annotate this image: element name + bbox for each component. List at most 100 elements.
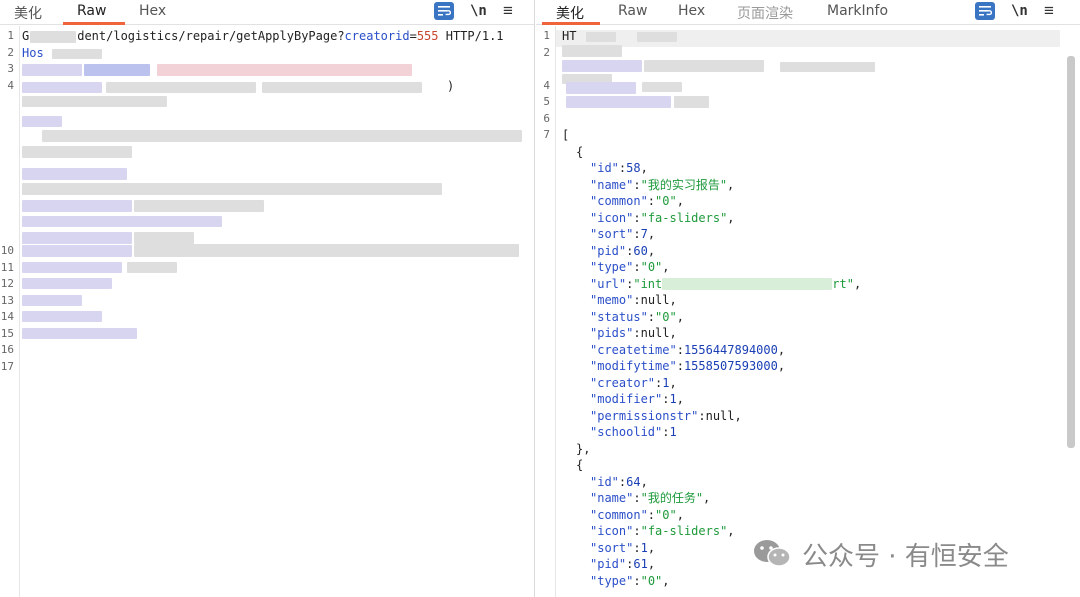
redacted-block <box>22 245 132 257</box>
json-value: 1 <box>640 540 648 555</box>
json-key: "creator" <box>590 375 656 390</box>
json-line: "permissionstr":null, <box>590 408 742 423</box>
json-value-tail: rt" <box>832 276 854 291</box>
json-key: "type" <box>590 260 634 274</box>
json-key: "id" <box>590 474 619 489</box>
tab-hex[interactable]: Hex <box>139 3 166 19</box>
json-value: "0" <box>655 309 677 324</box>
redacted-block <box>586 32 616 42</box>
json-key: "status" <box>590 309 648 324</box>
json-line: "createtime":1556447894000, <box>590 342 786 357</box>
json-key: "memo" <box>590 293 634 307</box>
newline-toggle-icon[interactable]: \n <box>1011 2 1028 20</box>
json-line: "sort":7, <box>590 227 656 241</box>
json-line: "pid":61, <box>590 557 656 571</box>
watermark-text: 公众号 · 有恒安全 <box>802 541 1009 572</box>
redacted-block <box>22 116 62 127</box>
json-value: 1 <box>669 425 677 439</box>
json-value: "fa-sliders" <box>640 210 728 225</box>
query-param-value: 555 <box>416 29 439 43</box>
redacted-block <box>134 232 194 244</box>
line-number: 17 <box>0 360 14 373</box>
request-line: Gdent/logistics/repair/getApplyByPage?cr… <box>22 28 504 45</box>
tab-hex[interactable]: Hex <box>678 3 705 19</box>
request-tabbar: 美化 Raw Hex \n ≡ <box>0 0 534 25</box>
json-line: "schoolid":1 <box>590 425 677 439</box>
json-value: 58 <box>626 161 641 175</box>
redacted-block <box>637 32 677 42</box>
json-line: }, <box>576 441 590 458</box>
json-key: "sort" <box>590 540 634 555</box>
tab-beautify[interactable]: 美化 <box>14 3 42 23</box>
json-value: "0" <box>640 260 663 274</box>
redacted-block <box>644 60 764 72</box>
json-line: "url":"int rt", <box>590 276 862 291</box>
tab-page-render[interactable]: 页面渲染 <box>737 3 793 23</box>
tab-markinfo[interactable]: MarkInfo <box>827 3 888 19</box>
line-gutter: 1 2 3 4 10 11 12 13 14 15 16 17 <box>0 26 20 597</box>
redacted-block <box>106 82 256 93</box>
json-value: null <box>705 408 735 423</box>
json-key: "schoolid" <box>590 425 663 439</box>
json-key: "modifytime" <box>590 359 677 373</box>
json-key: "url" <box>590 276 627 291</box>
redacted-block <box>22 278 112 289</box>
menu-icon[interactable]: ≡ <box>503 1 513 20</box>
redacted-block <box>562 45 622 57</box>
json-line: "common":"0", <box>590 194 684 208</box>
json-line: "id":58, <box>590 161 648 175</box>
json-key: "pid" <box>590 243 627 258</box>
json-line: "pid":60, <box>590 243 656 258</box>
json-line: "type":"0", <box>590 260 670 274</box>
json-line: "modifier":1, <box>590 392 684 406</box>
redacted-block <box>22 216 222 227</box>
host-header-fragment: Hos <box>22 46 44 60</box>
word-wrap-icon[interactable] <box>434 2 454 20</box>
vertical-scrollbar[interactable] <box>1067 56 1075 448</box>
json-line: "sort":1, <box>590 540 656 555</box>
json-line: "status":"0", <box>590 309 684 324</box>
line-number: 10 <box>0 244 14 257</box>
newline-toggle-icon[interactable]: \n <box>470 2 487 20</box>
redacted-block <box>22 200 132 212</box>
redacted-block <box>780 62 875 72</box>
menu-icon[interactable]: ≡ <box>1044 1 1054 20</box>
json-value: "0" <box>655 507 677 522</box>
redacted-block <box>642 82 682 92</box>
tab-raw[interactable]: Raw <box>77 3 106 19</box>
line-number: 1 <box>543 29 550 42</box>
redacted-block <box>22 311 102 322</box>
json-line: "modifytime":1558507593000, <box>590 359 786 373</box>
json-line: "pids":null, <box>590 326 677 340</box>
line-number: 2 <box>7 46 14 59</box>
http-version: HTTP/1.1 <box>438 29 504 43</box>
json-key: "name" <box>590 177 634 192</box>
tab-beautify[interactable]: 美化 <box>556 3 584 23</box>
json-value: "我的实习报告" <box>640 177 728 192</box>
json-value: 1 <box>669 392 677 406</box>
redacted-block <box>262 82 422 93</box>
response-editor[interactable]: 1 2 4 5 6 7 HT [{"id":58, "name":"我的实习报告"… <box>536 26 1080 597</box>
active-tab-underline <box>542 22 600 25</box>
word-wrap-icon[interactable] <box>975 2 995 20</box>
json-key: "common" <box>590 507 648 522</box>
line-number: 12 <box>0 277 14 290</box>
json-key: "id" <box>590 161 619 175</box>
active-tab-underline <box>63 22 125 25</box>
request-editor[interactable]: 1 2 3 4 10 11 12 13 14 15 16 17 Gdent/lo… <box>0 26 534 597</box>
redacted-block <box>22 262 122 273</box>
tab-raw[interactable]: Raw <box>618 3 647 19</box>
line-number: 7 <box>543 128 550 141</box>
redacted-block <box>22 295 82 306</box>
json-value: 61 <box>633 557 648 571</box>
response-tabbar: 美化 Raw Hex 页面渲染 MarkInfo \n ≡ <box>536 0 1080 25</box>
json-line: "type":"0", <box>590 573 670 588</box>
line-number: 1 <box>7 29 14 42</box>
json-value: 1558507593000 <box>683 359 778 373</box>
redacted-block <box>662 278 833 290</box>
line-number: 15 <box>0 327 14 340</box>
response-pane: 美化 Raw Hex 页面渲染 MarkInfo \n ≡ 1 2 4 5 6 … <box>536 0 1080 597</box>
redacted-block <box>134 200 264 212</box>
line-number: 5 <box>543 95 550 108</box>
watermark: 公众号 · 有恒安全 <box>752 534 1009 574</box>
